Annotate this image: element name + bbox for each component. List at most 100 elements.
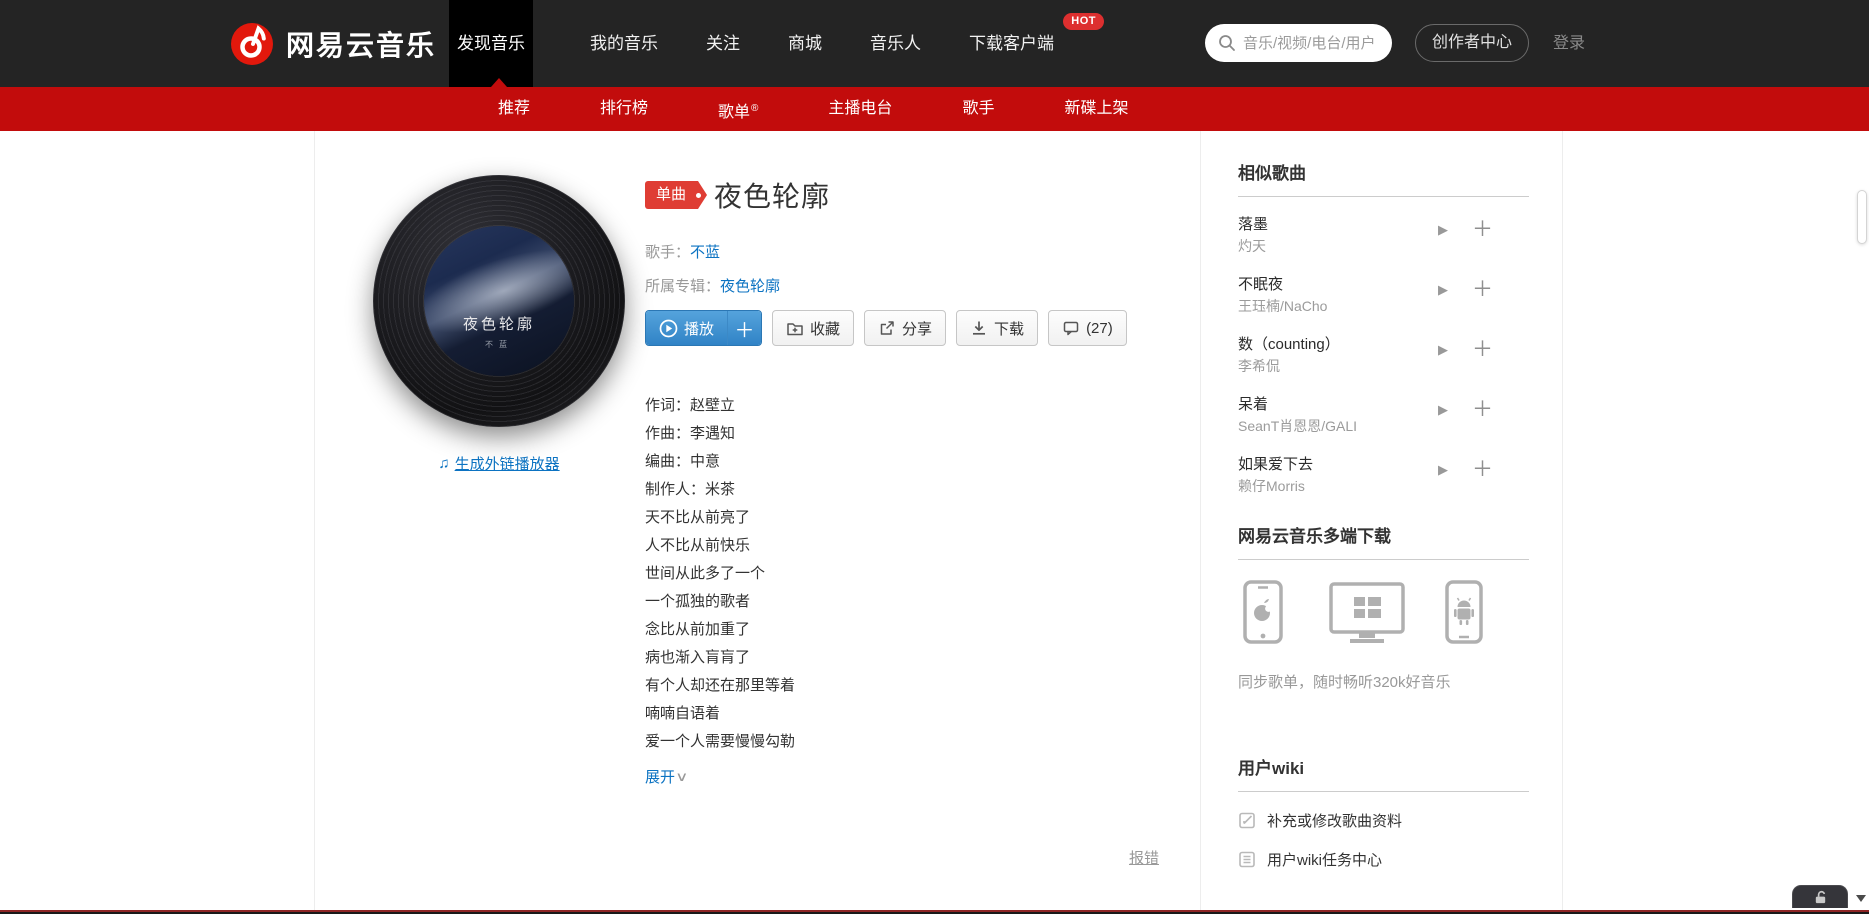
similar-song-title[interactable]: 数（counting） — [1238, 333, 1434, 354]
download-icon — [973, 321, 986, 335]
login-link[interactable]: 登录 — [1553, 0, 1585, 87]
similar-song-actions: ▶ ＋ — [1438, 339, 1493, 360]
subnav-item[interactable]: 推荐 — [498, 87, 530, 131]
play-icon[interactable]: ▶ — [1438, 222, 1448, 238]
play-icon[interactable]: ▶ — [1438, 342, 1448, 358]
add-to-playlist-icon[interactable]: ＋ — [1472, 339, 1493, 360]
download-tip-text: 同步歌单，随时畅听320k好音乐 — [1238, 674, 1451, 691]
lyric-line: 喃喃自语着 — [645, 705, 721, 722]
play-icon[interactable]: ▶ — [1438, 402, 1448, 418]
expand-row: 展开 ∨ — [645, 766, 1205, 787]
netease-logo-icon — [231, 22, 273, 65]
lyric-line: 爱一个人需要慢慢勾勒 — [645, 733, 796, 750]
share-button[interactable]: 分享 — [864, 310, 947, 346]
user-wiki-title: 用户wiki — [1238, 754, 1529, 792]
android-download-icon[interactable] — [1445, 580, 1483, 649]
similar-song-actions: ▶ ＋ — [1438, 279, 1493, 300]
lyric-line: 念比从前加重了 — [645, 621, 751, 638]
hot-badge: HOT — [1063, 13, 1104, 30]
artist-link[interactable]: 不蓝 — [690, 244, 720, 261]
topnav-item[interactable]: 音乐人 — [846, 0, 945, 87]
edit-icon — [1239, 812, 1255, 829]
lyric-line: 制作人：米茶 — [645, 481, 736, 498]
expand-lyrics-link[interactable]: 展开 — [645, 766, 675, 787]
comment-button[interactable]: (27) — [1048, 310, 1127, 346]
topnav-item-label: 关注 — [706, 34, 740, 53]
topnav-item[interactable]: 关注 — [682, 0, 764, 87]
topnav-item-label: 商城 — [788, 34, 822, 53]
similar-song-artist[interactable]: 灼天 — [1238, 236, 1434, 256]
add-to-playlist-icon[interactable]: ＋ — [1472, 219, 1493, 240]
add-to-playlist-button[interactable]: ＋ — [727, 311, 762, 345]
similar-song-row: 不眠夜 王珏楠/NaCho ▶ ＋ — [1238, 273, 1529, 316]
topnav-item-label: 下载客户端 — [969, 34, 1054, 53]
subnav-item-label: 新碟上架 — [1064, 100, 1129, 117]
subnav-item-label: 歌手 — [962, 100, 995, 117]
similar-song-artist[interactable]: SeanT肖恩恩/GALI — [1238, 416, 1434, 436]
play-button[interactable]: 播放 — [646, 311, 728, 345]
external-player-link[interactable]: ♫ 生成外链播放器 — [438, 453, 559, 474]
collect-button[interactable]: 收藏 — [772, 310, 855, 346]
topnav-item[interactable]: 发现音乐 — [449, 0, 533, 87]
similar-song-title[interactable]: 不眠夜 — [1238, 273, 1434, 294]
lyric-line: 有个人却还在那里等着 — [645, 677, 796, 694]
wiki-task-center-label: 用户wiki任务中心 — [1267, 852, 1382, 869]
similar-song-artist[interactable]: 李希侃 — [1238, 356, 1434, 376]
iphone-download-icon[interactable] — [1243, 580, 1283, 649]
scrollbar-down-arrow[interactable] — [1856, 895, 1866, 902]
album-cover-art: 夜色轮廓 不蓝 — [424, 226, 574, 376]
topnav-item[interactable]: 我的音乐 — [566, 0, 682, 87]
subnav-item[interactable]: 主播电台 — [828, 87, 892, 131]
album-link[interactable]: 夜色轮廓 — [720, 278, 780, 295]
pc-download-icon[interactable] — [1329, 582, 1405, 649]
chevron-down-icon[interactable]: ∨ — [675, 769, 688, 785]
list-icon — [1239, 851, 1255, 868]
topnav-item[interactable]: 商城 — [764, 0, 846, 87]
netease-music-song-page: 网易云音乐 发现音乐 我的音乐 关注 商城 音乐人 下载客户端 HOT 创作者 — [0, 0, 1869, 914]
similar-song-title[interactable]: 呆着 — [1238, 393, 1434, 414]
active-indicator-triangle — [491, 78, 507, 87]
scrollbar-thumb[interactable] — [1857, 190, 1867, 244]
topnav-item[interactable]: 下载客户端 HOT — [945, 0, 1104, 87]
search-input[interactable] — [1205, 24, 1392, 62]
similar-song-title[interactable]: 落墨 — [1238, 213, 1434, 234]
song-detail-section: 夜色轮廓 不蓝 ♫ 生成外链播放器 单曲 夜色轮廓 歌手：不蓝 所属专辑：夜色轮… — [315, 131, 1200, 914]
add-to-playlist-icon[interactable]: ＋ — [1472, 279, 1493, 300]
top-navbar: 网易云音乐 发现音乐 我的音乐 关注 商城 音乐人 下载客户端 HOT 创作者 — [0, 0, 1869, 87]
player-toggle-tab[interactable] — [1792, 885, 1848, 908]
lyrics-block: 作词：赵壁立 作曲：李遇知 编曲：中意 制作人：米茶 天不比从前亮了 人不比从前… — [645, 392, 1205, 756]
search-box — [1205, 24, 1392, 62]
similar-song-title[interactable]: 如果爱下去 — [1238, 453, 1434, 474]
subnav-item[interactable]: 排行榜 — [600, 87, 648, 131]
album-column: 夜色轮廓 不蓝 ♫ 生成外链播放器 — [373, 175, 625, 474]
play-icon[interactable]: ▶ — [1438, 462, 1448, 478]
lyric-line: 世间从此多了一个 — [645, 565, 766, 582]
play-icon[interactable]: ▶ — [1438, 282, 1448, 298]
subnav-item[interactable]: 歌手 — [962, 87, 994, 131]
creator-center-button[interactable]: 创作者中心 — [1415, 24, 1530, 62]
netease-logo[interactable]: 网易云音乐 — [230, 0, 436, 87]
wiki-edit-song-info-link[interactable]: 补充或修改歌曲资料 — [1238, 810, 1529, 831]
similar-songs-title: 相似歌曲 — [1238, 159, 1529, 197]
similar-song-actions: ▶ ＋ — [1438, 219, 1493, 240]
sidebar: 相似歌曲 落墨 灼天 ▶ ＋ 不眠夜 王珏楠/NaCho ▶ ＋ 数（count… — [1200, 131, 1564, 914]
add-to-playlist-icon[interactable]: ＋ — [1472, 399, 1493, 420]
page-title: 夜色轮廓 — [714, 181, 831, 212]
similar-song-artist[interactable]: 王珏楠/NaCho — [1238, 296, 1434, 316]
artist-row: 歌手：不蓝 — [645, 241, 1205, 262]
subnav-item[interactable]: 新碟上架 — [1064, 87, 1128, 131]
similar-song-artist[interactable]: 赖仔Morris — [1238, 476, 1434, 496]
add-to-playlist-icon[interactable]: ＋ — [1472, 459, 1493, 480]
subnav-item[interactable]: 歌单® — [718, 87, 758, 131]
collect-button-label: 收藏 — [810, 320, 841, 338]
similar-song-row: 呆着 SeanT肖恩恩/GALI ▶ ＋ — [1238, 393, 1529, 436]
report-error-link[interactable]: 报错 — [1129, 847, 1159, 868]
download-button[interactable]: 下载 — [956, 310, 1039, 346]
wiki-task-center-link[interactable]: 用户wiki任务中心 — [1238, 849, 1529, 870]
subnav-item-label: 推荐 — [498, 100, 531, 117]
comment-count-label: (27) — [1086, 319, 1113, 337]
lyric-line: 作曲：李遇知 — [645, 425, 736, 442]
registered-mark: ® — [751, 103, 759, 114]
download-button-label: 下载 — [994, 320, 1025, 338]
subnav-item-label: 歌单 — [718, 104, 751, 121]
